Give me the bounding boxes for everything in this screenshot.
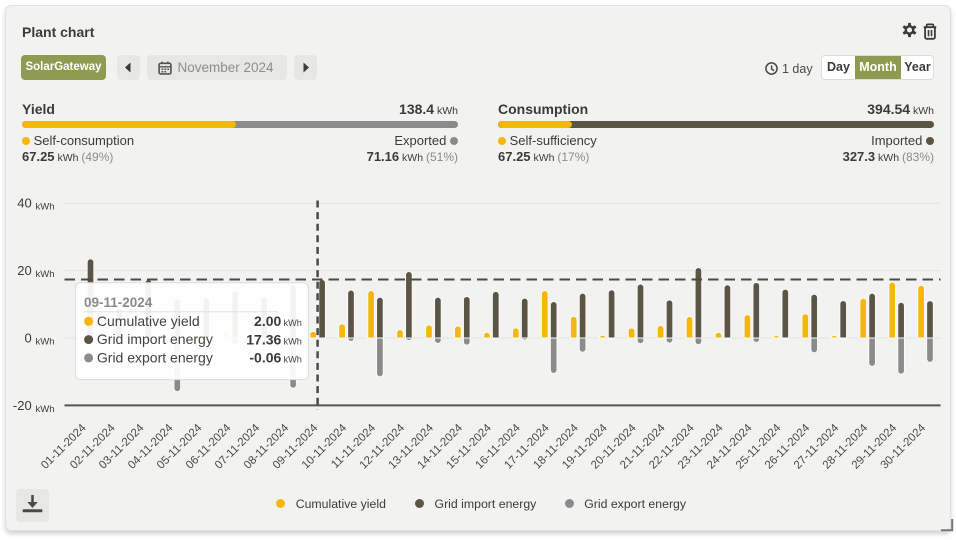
svg-text:20: 20 — [17, 263, 31, 278]
svg-text:40: 40 — [17, 196, 31, 211]
svg-text:kWh: kWh — [284, 336, 302, 346]
svg-text:-20: -20 — [13, 398, 32, 413]
svg-text:kWh: kWh — [284, 355, 302, 365]
svg-text:kWh: kWh — [36, 202, 55, 213]
svg-text:kWh: kWh — [36, 269, 55, 280]
svg-text:Grid import energy: Grid import energy — [97, 331, 213, 347]
svg-text:kWh: kWh — [36, 337, 55, 348]
svg-text:0: 0 — [24, 331, 31, 346]
svg-text:17.36: 17.36 — [246, 331, 281, 347]
svg-text:09-11-2024: 09-11-2024 — [84, 295, 153, 310]
svg-text:Cumulative yield: Cumulative yield — [97, 313, 200, 329]
svg-text:Grid export energy: Grid export energy — [97, 350, 213, 366]
svg-text:kWh: kWh — [284, 318, 302, 328]
svg-text:-0.06: -0.06 — [249, 350, 281, 366]
svg-text:kWh: kWh — [36, 404, 55, 415]
svg-text:2.00: 2.00 — [254, 313, 281, 329]
